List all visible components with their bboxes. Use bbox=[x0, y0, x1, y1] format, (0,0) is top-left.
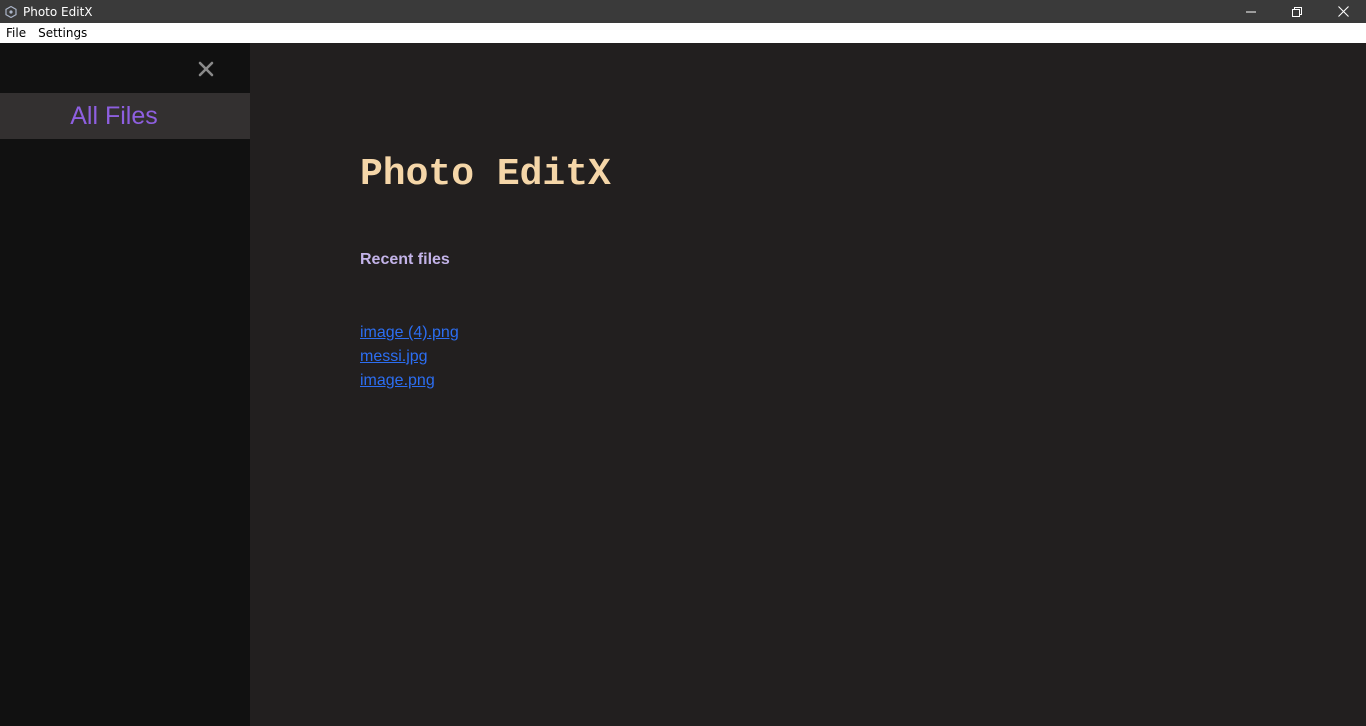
sidebar-item-all-files[interactable]: All Files bbox=[0, 93, 250, 139]
recent-files-label: Recent files bbox=[360, 251, 450, 268]
recent-file-link[interactable]: image.png bbox=[360, 369, 459, 393]
recent-file-link[interactable]: image (4).png bbox=[360, 321, 459, 345]
window-controls bbox=[1228, 0, 1366, 23]
menu-bar: File Settings bbox=[0, 23, 1366, 43]
title-bar[interactable]: Photo EditX bbox=[0, 0, 1366, 23]
window-title: Photo EditX bbox=[23, 4, 93, 19]
restore-button[interactable] bbox=[1274, 0, 1320, 23]
recent-file-link[interactable]: messi.jpg bbox=[360, 345, 459, 369]
sidebar-item-label: All Files bbox=[70, 101, 158, 130]
sidebar: All Files bbox=[0, 43, 250, 726]
close-icon bbox=[198, 61, 214, 77]
menu-file[interactable]: File bbox=[0, 23, 32, 43]
close-icon bbox=[1337, 6, 1349, 17]
menu-settings[interactable]: Settings bbox=[32, 23, 93, 43]
minimize-icon bbox=[1246, 11, 1256, 12]
restore-icon bbox=[1292, 6, 1302, 17]
app-icon bbox=[3, 0, 19, 23]
sidebar-close-button[interactable] bbox=[194, 57, 218, 81]
page-title: Photo EditX bbox=[360, 153, 611, 196]
main-content: Photo EditX Recent files image (4).png m… bbox=[250, 43, 1366, 726]
minimize-button[interactable] bbox=[1228, 0, 1274, 23]
close-window-button[interactable] bbox=[1320, 0, 1366, 23]
recent-files-list: image (4).png messi.jpg image.png bbox=[360, 321, 459, 393]
